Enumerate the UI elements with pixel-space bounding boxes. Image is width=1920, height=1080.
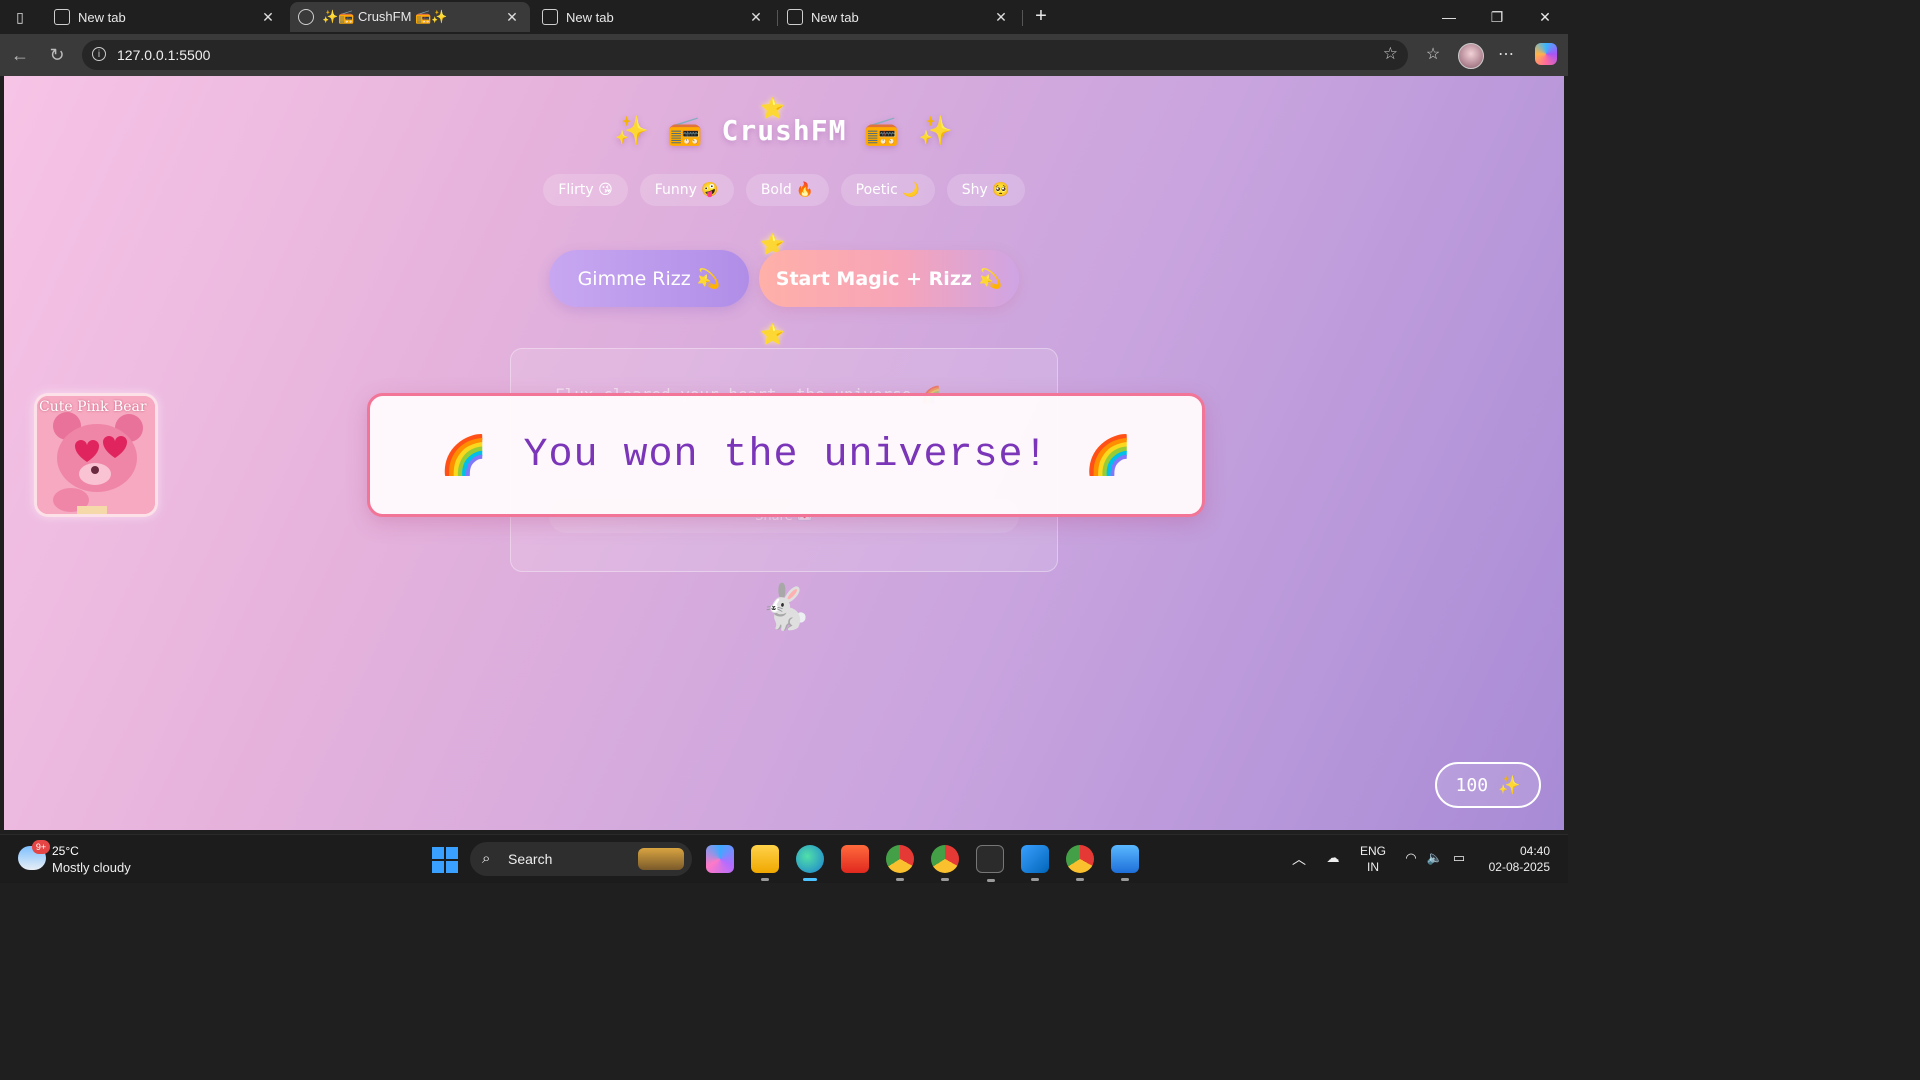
vscode-icon[interactable]	[1021, 845, 1049, 881]
file-explorer-icon[interactable]	[751, 845, 779, 881]
chrome-icon[interactable]	[1066, 845, 1094, 881]
back-icon[interactable]: ←	[8, 43, 32, 67]
win-toast: 🌈 You won the universe! 🌈	[367, 393, 1205, 517]
taskbar: 9+ 25°C Mostly cloudy ⌕ Search ︿ ☁ ENG I…	[0, 834, 1568, 883]
tab-new-tab-2[interactable]: New tab ✕	[534, 2, 774, 32]
show-hidden-icons-icon[interactable]: ︿	[1292, 849, 1306, 869]
app-title: ✨ 📻 CrushFM 📻 ✨	[614, 114, 954, 147]
tab-strip: ▯ New tab ✕ ✨📻 CrushFM 📻✨ ✕ New tab ✕ Ne…	[0, 0, 1568, 34]
page-viewport: ⭐ ⭐ ⭐ ✨ 📻 CrushFM 📻 ✨ Flirty 😘 Funny 🤪 B…	[4, 76, 1564, 830]
sparkle-counter[interactable]: 100 ✨	[1435, 762, 1541, 808]
volume-icon[interactable]: 🔈	[1426, 849, 1444, 867]
region-code: IN	[1367, 860, 1379, 874]
windows-logo-icon	[446, 847, 458, 859]
mood-selector: Flirty 😘 Funny 🤪 Bold 🔥 Poetic 🌙 Shy 🥺	[4, 174, 1564, 206]
action-buttons: Gimme Rizz 💫 Start Magic + Rizz 💫	[4, 250, 1564, 307]
clock[interactable]: 04:40 02-08-2025	[1482, 843, 1550, 875]
photos-icon[interactable]	[1111, 845, 1139, 881]
tab-title: ✨📻 CrushFM 📻✨	[322, 9, 448, 24]
tab-new-tab-1[interactable]: New tab ✕	[46, 2, 286, 32]
taskbar-search[interactable]: ⌕ Search	[470, 842, 692, 876]
windows-logo-icon	[446, 861, 458, 873]
terminal-icon[interactable]	[976, 845, 1004, 882]
search-label: Search	[508, 851, 553, 867]
clock-date: 02-08-2025	[1488, 860, 1550, 874]
mood-poetic[interactable]: Poetic 🌙	[840, 174, 935, 206]
bunny-icon[interactable]: 🐇	[758, 582, 813, 634]
minimize-icon[interactable]: —	[1434, 6, 1464, 28]
tab-title: New tab	[811, 9, 859, 25]
bear-image: Cute Pink Bear	[34, 393, 158, 517]
onedrive-icon[interactable]: ☁	[1324, 849, 1342, 867]
brave-icon[interactable]	[841, 845, 869, 873]
counter-value: 100	[1455, 774, 1489, 796]
profile-avatar[interactable]	[1458, 43, 1484, 69]
copilot-icon[interactable]	[1535, 43, 1557, 65]
search-highlight-icon	[638, 848, 684, 870]
sidebar-toggle-icon[interactable]: ▯	[8, 5, 32, 29]
notification-badge: 9+	[32, 840, 50, 854]
browser-toolbar: ← ↻ i 127.0.0.1:5500 ☆ ☆ ⋯	[0, 34, 1568, 76]
copilot-app-icon[interactable]	[706, 845, 734, 873]
language-indicator[interactable]: ENG IN	[1360, 843, 1386, 875]
restore-icon[interactable]: ❐	[1482, 6, 1512, 28]
search-icon: ⌕	[482, 850, 491, 867]
tab-title: New tab	[78, 9, 126, 25]
weather-desc: Mostly cloudy	[52, 860, 131, 875]
close-icon[interactable]: ✕	[991, 9, 1011, 26]
tab-divider	[777, 10, 778, 26]
address-bar[interactable]: i 127.0.0.1:5500 ☆	[82, 40, 1408, 70]
battery-icon[interactable]: ▭	[1450, 849, 1468, 867]
close-icon[interactable]: ✕	[258, 9, 278, 26]
more-options-icon[interactable]: ⋯	[1495, 44, 1517, 66]
chrome-icon[interactable]	[886, 845, 914, 881]
windows-logo-icon	[432, 847, 444, 859]
weather-widget[interactable]: 9+ 25°C Mostly cloudy	[18, 840, 168, 876]
rainbow-icon: 🌈	[1084, 432, 1132, 477]
globe-icon	[298, 9, 314, 25]
close-icon[interactable]: ✕	[746, 9, 766, 26]
mood-funny[interactable]: Funny 🤪	[639, 174, 734, 206]
toast-message: You won the universe!	[523, 432, 1049, 478]
edge-icon[interactable]	[796, 845, 824, 881]
start-magic-button[interactable]: Start Magic + Rizz 💫	[759, 250, 1019, 307]
tab-divider	[1022, 10, 1023, 26]
mood-bold[interactable]: Bold 🔥	[745, 174, 829, 206]
wifi-icon[interactable]: ◠	[1402, 849, 1420, 867]
tab-new-tab-3[interactable]: New tab ✕	[779, 2, 1019, 32]
windows-logo-icon	[432, 861, 444, 873]
clock-time: 04:40	[1519, 844, 1550, 858]
tab-title: New tab	[566, 9, 614, 25]
mood-shy[interactable]: Shy 🥺	[946, 174, 1025, 206]
rainbow-icon: 🌈	[440, 432, 488, 477]
site-info-icon[interactable]: i	[92, 47, 106, 61]
address-url[interactable]: 127.0.0.1:5500	[117, 47, 210, 63]
bear-alt-text: Cute Pink Bear	[39, 399, 147, 415]
weather-temp: 25°C	[52, 844, 79, 858]
favorites-icon[interactable]: ☆	[1422, 44, 1444, 66]
new-tab-page-icon	[787, 9, 803, 25]
gimme-rizz-button[interactable]: Gimme Rizz 💫	[549, 250, 749, 307]
new-tab-page-icon	[54, 9, 70, 25]
close-window-icon[interactable]: ✕	[1530, 6, 1560, 28]
new-tab-page-icon	[542, 9, 558, 25]
lang-code: ENG	[1360, 844, 1387, 858]
chrome-icon[interactable]	[931, 845, 959, 881]
start-button[interactable]	[432, 847, 458, 873]
tab-crushfm[interactable]: ✨📻 CrushFM 📻✨ ✕	[290, 2, 530, 32]
reload-icon[interactable]: ↻	[45, 43, 69, 67]
mood-flirty[interactable]: Flirty 😘	[543, 174, 628, 206]
sparkle-icon: ✨	[1498, 774, 1521, 796]
new-tab-button[interactable]: +	[1030, 5, 1052, 27]
close-icon[interactable]: ✕	[502, 9, 522, 26]
favorite-star-icon[interactable]: ☆	[1383, 44, 1398, 64]
sparkle-icon: ⭐	[760, 322, 785, 346]
